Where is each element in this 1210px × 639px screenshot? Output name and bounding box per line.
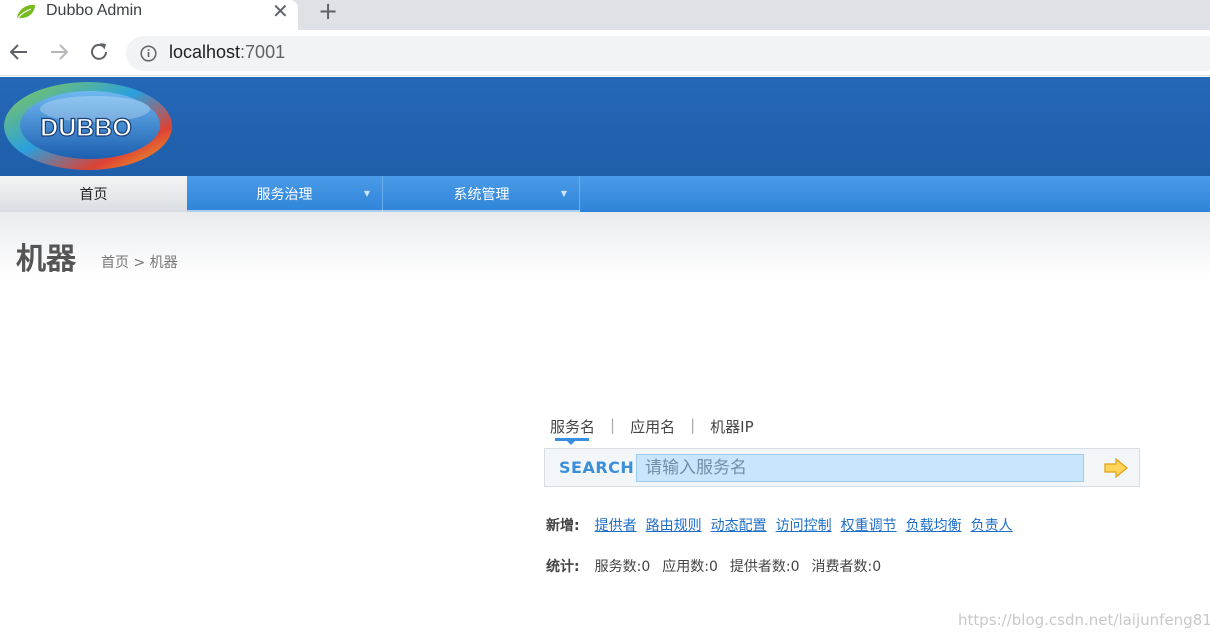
search-panel: SEARCH (544, 448, 1140, 487)
logo-text: DUBBO (40, 114, 132, 142)
search-label: SEARCH (559, 458, 635, 477)
stats-row: 统计: 服务数:0 应用数:0 提供者数:0 消费者数:0 (546, 556, 893, 576)
menu-item-label: 服务治理 (256, 187, 313, 203)
add-dynamic-config-link[interactable]: 动态配置 (711, 515, 767, 535)
add-access-control-link[interactable]: 访问控制 (776, 515, 832, 535)
search-input[interactable] (636, 454, 1084, 482)
menu-item-system-management[interactable]: 系统管理 ▼ (384, 176, 580, 212)
url-port: :7001 (240, 42, 286, 62)
tab-separator: | (690, 416, 696, 434)
add-owner-link[interactable]: 负责人 (971, 515, 1013, 535)
active-tab-pointer (567, 441, 575, 445)
spring-leaf-icon (17, 4, 35, 19)
tab-service-name[interactable]: 服务名 (550, 416, 595, 437)
menu-item-service-governance[interactable]: 服务治理 ▼ (187, 176, 383, 212)
tab-application-name[interactable]: 应用名 (630, 416, 675, 437)
menu-item-label: 首页 (79, 187, 108, 203)
caret-down-icon: ▼ (363, 189, 370, 198)
browser-tab[interactable]: Dubbo Admin ✕ (0, 0, 298, 30)
add-load-balance-link[interactable]: 负载均衡 (906, 515, 962, 535)
add-label: 新增: (546, 518, 580, 534)
browser-toolbar: localhost:7001 (0, 30, 1210, 76)
forward-arrow-icon[interactable] (47, 38, 71, 66)
search-type-tabs: 服务名 | 应用名 | 机器IP (550, 416, 754, 437)
add-provider-link[interactable]: 提供者 (595, 515, 637, 535)
tab-title: Dubbo Admin (46, 2, 143, 19)
title-band: 机器 首页 > 机器 (0, 212, 1210, 277)
tab-separator: | (610, 416, 616, 434)
page-title: 机器 (16, 242, 76, 277)
url-host: localhost (169, 42, 241, 62)
address-bar[interactable]: localhost:7001 (126, 36, 1210, 71)
main-menu: 首页 服务治理 ▼ 系统管理 ▼ (0, 176, 1210, 212)
add-route-rule-link[interactable]: 路由规则 (646, 515, 702, 535)
stats-label: 统计: (546, 559, 580, 575)
browser-tab-strip: Dubbo Admin ✕ + (0, 0, 1210, 30)
watermark: https://blog.csdn.net/laijunfeng816 (958, 611, 1210, 629)
stat-application-count: 应用数:0 (662, 559, 718, 575)
url-text: localhost:7001 (169, 42, 285, 63)
stat-consumer-count: 消费者数:0 (811, 559, 882, 575)
back-arrow-icon[interactable] (7, 38, 31, 66)
stat-provider-count: 提供者数:0 (729, 559, 800, 575)
stat-service-count: 服务数:0 (594, 559, 651, 575)
tab-close-icon[interactable]: ✕ (272, 0, 289, 22)
breadcrumb[interactable]: 首页 > 机器 (101, 252, 178, 272)
reload-icon[interactable] (87, 38, 111, 66)
dubbo-logo[interactable]: DUBBO (0, 79, 175, 174)
caret-down-icon: ▼ (560, 189, 567, 198)
add-links-row: 新增: 提供者 路由规则 动态配置 访问控制 权重调节 负载均衡 负责人 (546, 515, 1022, 535)
app-header: DUBBO (0, 77, 1210, 176)
info-icon[interactable] (140, 45, 157, 62)
tab-machine-ip[interactable]: 机器IP (710, 416, 753, 437)
menu-item-home[interactable]: 首页 (0, 176, 187, 212)
new-tab-icon[interactable]: + (318, 0, 338, 25)
menu-item-label: 系统管理 (453, 187, 510, 203)
add-weight-adjust-link[interactable]: 权重调节 (841, 515, 897, 535)
search-arrow-icon[interactable] (1103, 458, 1129, 478)
